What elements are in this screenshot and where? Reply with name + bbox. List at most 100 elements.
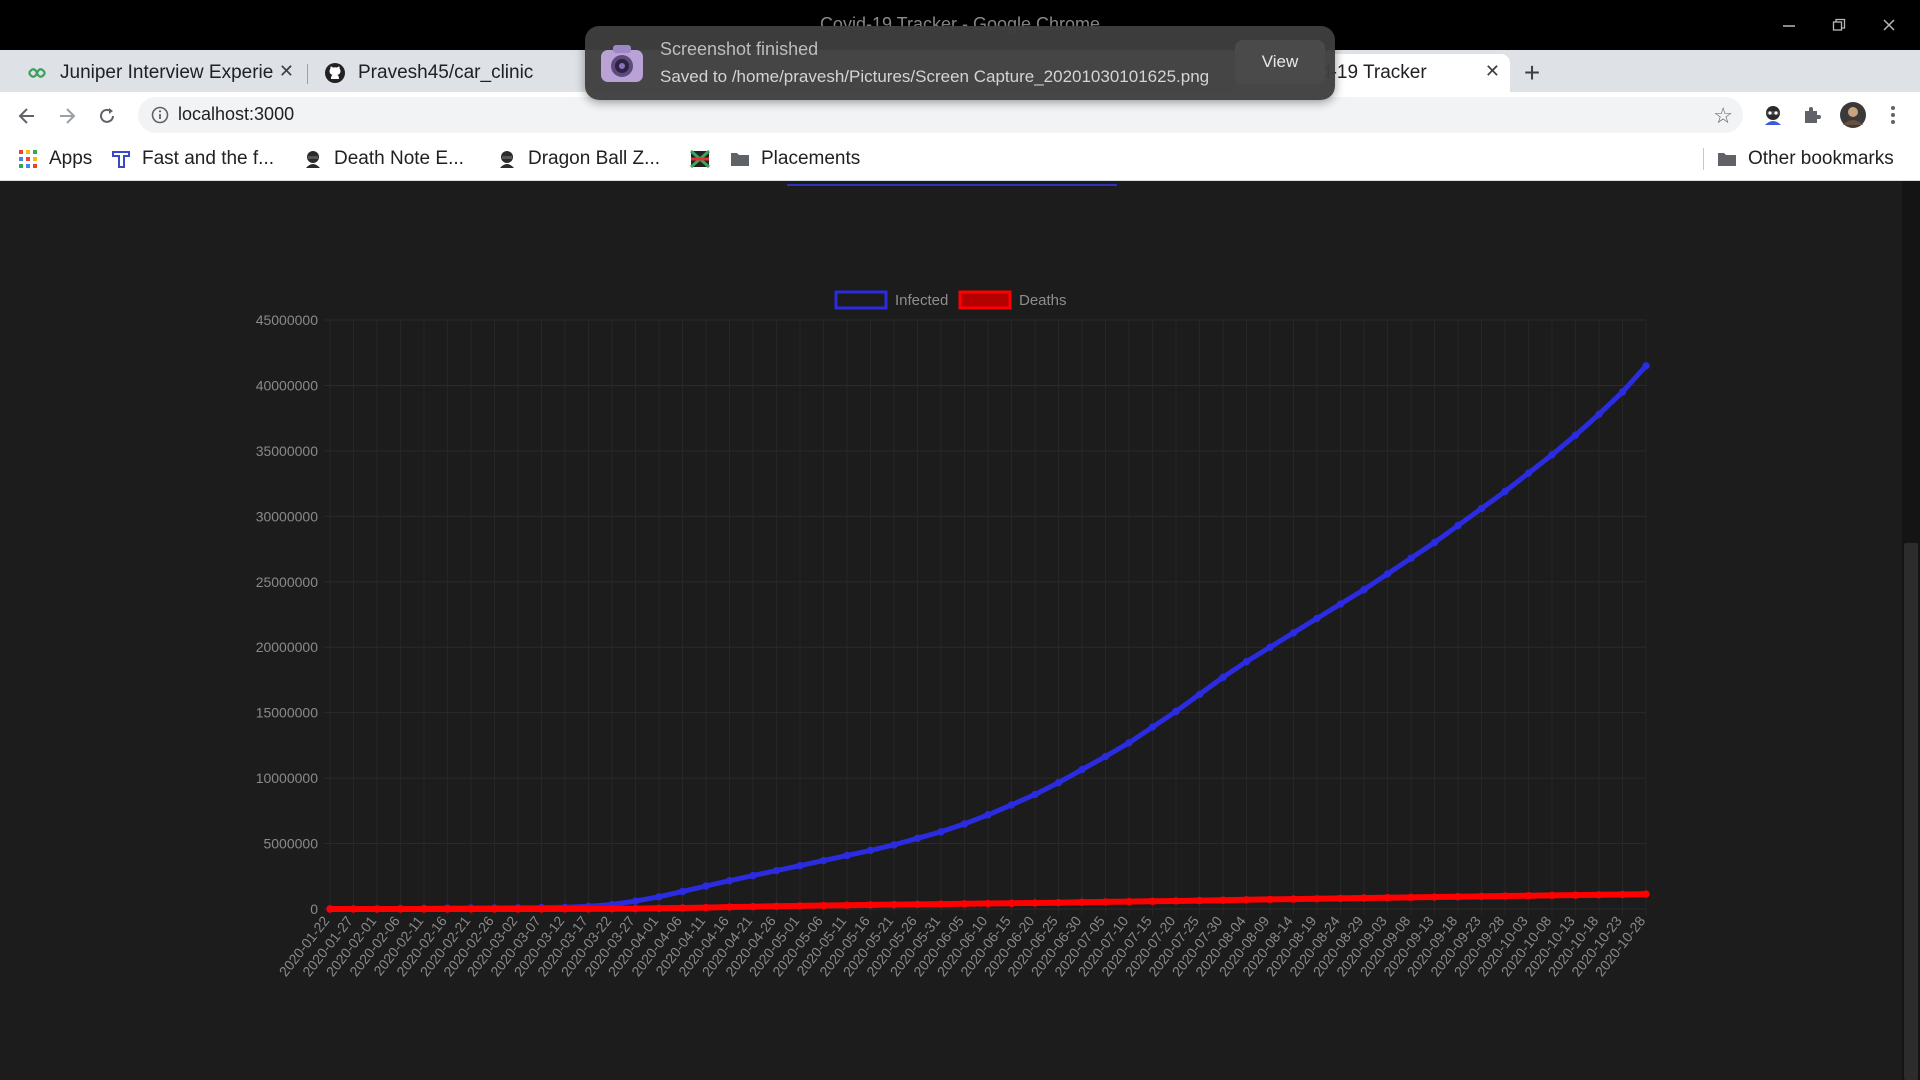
bookmark-star-icon[interactable]: ☆: [1713, 103, 1733, 129]
tab-juniper[interactable]: Juniper Interview Experie ✕: [14, 54, 304, 92]
bookmark-separator: [1703, 148, 1704, 170]
covid-line-chart: 0 5000000 10000000 15000000 20000000 25000000…: [256, 290, 1650, 979]
deaths-point: [1501, 892, 1509, 900]
extensions-puzzle-icon[interactable]: [1796, 99, 1828, 131]
infected-point: [1501, 487, 1509, 496]
forward-button[interactable]: [51, 100, 83, 132]
url-text[interactable]: localhost:3000: [178, 104, 294, 125]
deaths-point: [561, 905, 569, 913]
deaths-point: [1336, 894, 1345, 903]
bookmark-placements[interactable]: Placements: [729, 144, 860, 174]
infected-point: [1289, 629, 1298, 637]
infected-point: [1336, 600, 1345, 608]
deaths-point: [1642, 890, 1650, 898]
deaths-point: [467, 905, 475, 913]
site-info-icon[interactable]: [150, 105, 170, 125]
deaths-point: [1148, 897, 1157, 905]
folder-icon: [1716, 148, 1738, 170]
deaths-point: [890, 900, 898, 909]
plus-icon: +: [1523, 57, 1541, 88]
infected-point: [819, 856, 828, 865]
deaths-point: [1101, 898, 1110, 906]
y-tick-label: 30000000: [256, 508, 319, 524]
deaths-point: [1172, 897, 1180, 905]
infected-point: [984, 811, 992, 819]
deaths-point: [1078, 898, 1086, 906]
tab-github[interactable]: Pravesh45/car_clinic: [312, 54, 584, 92]
infected-point: [1266, 643, 1274, 651]
infected-point: [1524, 469, 1533, 477]
infected-point: [1360, 585, 1368, 594]
deaths-point: [702, 903, 710, 912]
deaths-point: [1524, 892, 1533, 900]
bookmark-death-note[interactable]: Death Note E...: [302, 144, 464, 174]
deaths-point: [1618, 890, 1627, 899]
deaths-point: [1360, 894, 1368, 902]
infected-point: [1618, 388, 1627, 396]
y-tick-label: 5000000: [263, 836, 318, 852]
bookmark-dragon-ball[interactable]: Dragon Ball Z...: [496, 144, 660, 174]
tab-label: Juniper Interview Experie: [60, 62, 274, 83]
back-button[interactable]: [11, 100, 43, 132]
bookmark-fast-and-the-furious[interactable]: Fast and the f...: [110, 144, 274, 174]
profile-avatar[interactable]: [1837, 99, 1869, 131]
deaths-point: [443, 905, 452, 913]
tab-close-icon[interactable]: ✕: [1485, 61, 1500, 82]
y-tick-label: 40000000: [256, 377, 319, 393]
minimize-button[interactable]: [1768, 10, 1810, 40]
deaths-point: [1007, 899, 1016, 907]
deaths-point: [1313, 895, 1321, 903]
restore-icon: [1832, 18, 1846, 31]
deaths-point: [514, 905, 522, 913]
restore-button[interactable]: [1818, 10, 1860, 40]
infected-point: [749, 871, 757, 880]
deaths-point: [796, 902, 804, 910]
notification-body: Saved to /home/pravesh/Pictures/Screen C…: [660, 67, 1210, 86]
bookmark-label: Dragon Ball Z...: [528, 148, 660, 169]
deaths-point: [725, 903, 734, 911]
minimize-icon: [1783, 25, 1795, 27]
infected-point: [1172, 707, 1180, 716]
deaths-point: [1477, 892, 1486, 901]
scrollbar-thumb[interactable]: [1904, 543, 1918, 1080]
reload-button[interactable]: [91, 100, 123, 132]
y-tick-label: 15000000: [256, 705, 319, 721]
deaths-point: [490, 905, 499, 913]
infected-point: [796, 861, 804, 870]
deaths-point: [843, 901, 851, 909]
deaths-point: [1054, 898, 1063, 907]
infected-point: [1242, 657, 1251, 666]
bookmark-other-bookmarks[interactable]: Other bookmarks: [1716, 144, 1894, 174]
deaths-point: [1430, 893, 1439, 901]
infected-point: [1054, 778, 1063, 787]
notification-view-button[interactable]: View: [1235, 40, 1325, 84]
infected-point: [843, 851, 851, 860]
extension-avatar-icon[interactable]: [1757, 99, 1789, 131]
infected-point: [1219, 673, 1227, 682]
deaths-point: [960, 900, 969, 908]
infected-point: [913, 834, 922, 843]
infected-point: [1313, 614, 1321, 623]
close-icon: [1883, 19, 1895, 31]
menu-kebab-icon[interactable]: [1877, 99, 1909, 131]
deaths-point: [1383, 893, 1392, 902]
deaths-point: [913, 900, 922, 909]
bookmark-label: Death Note E...: [334, 148, 464, 169]
infected-point: [1477, 504, 1486, 513]
y-tick-label: 45000000: [256, 312, 319, 328]
y-tick-label: 20000000: [256, 639, 319, 655]
bookmark-flag[interactable]: [689, 144, 721, 174]
infected-point: [1595, 410, 1603, 418]
close-window-button[interactable]: [1868, 10, 1910, 40]
deaths-point: [749, 903, 757, 911]
page-content: 0 5000000 10000000 15000000 20000000 25000000…: [0, 181, 1920, 1080]
infected-point: [655, 893, 663, 901]
tab-close-icon[interactable]: ✕: [279, 61, 294, 82]
deaths-point: [772, 902, 781, 911]
bookmark-apps[interactable]: Apps: [17, 144, 92, 174]
address-bar[interactable]: localhost:3000 ☆: [138, 97, 1743, 133]
infected-point: [1571, 431, 1580, 439]
flag-icon: [689, 148, 711, 170]
new-tab-button[interactable]: +: [1515, 56, 1549, 90]
scrollbar[interactable]: [1902, 181, 1920, 1080]
